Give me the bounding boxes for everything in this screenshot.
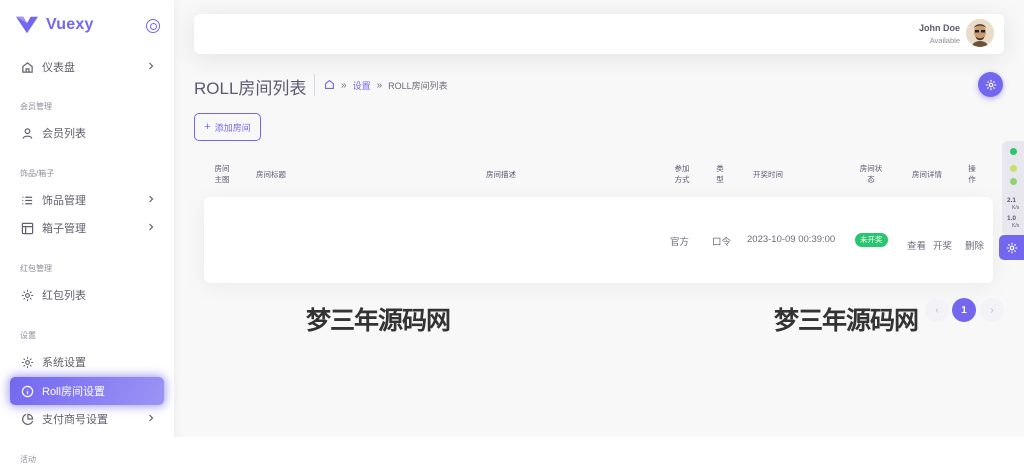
sidebar-item-label: 系统设置	[42, 357, 86, 369]
sidebar-item-dashboard[interactable]: 仪表盘	[10, 53, 164, 81]
sidebar-item-label: 会员列表	[42, 128, 86, 140]
sidebar-item-member-list[interactable]: 会员列表	[10, 119, 164, 147]
info-icon	[20, 384, 34, 398]
sidebar-toggle-icon[interactable]	[146, 19, 160, 33]
top-navbar: John Doe Available	[194, 14, 1004, 54]
page-title: ROLL房间列表	[194, 79, 307, 98]
user-icon	[20, 126, 34, 140]
pagination-prev-button[interactable]: ‹	[925, 298, 949, 322]
add-room-button[interactable]: + 添加房间	[194, 113, 261, 141]
user-status: Available	[929, 36, 960, 45]
breadcrumb-separator: »	[376, 79, 383, 91]
table-row: 官方 口令 2023-10-09 00:39:00 未开奖 查看 开奖 删除	[204, 197, 993, 283]
pie-chart-icon	[20, 412, 34, 426]
chevron-right-icon	[149, 414, 154, 422]
cell-draw-time: 2023-10-09 00:39:00	[747, 234, 836, 245]
sidebar-item-label: 饰品管理	[42, 195, 86, 207]
sidebar-item-payment-settings[interactable]: 支付商号设置	[10, 405, 164, 433]
chevron-right-icon	[149, 62, 154, 70]
vuexy-logo-icon	[16, 16, 38, 34]
draw-link[interactable]: 开奖	[933, 238, 952, 252]
chevron-right-icon	[149, 195, 154, 203]
avatar[interactable]	[966, 19, 994, 47]
pagination-next-button[interactable]: ›	[980, 298, 1004, 322]
home-icon[interactable]	[324, 79, 335, 92]
sidebar-item-label: 支付商号设置	[42, 414, 108, 426]
column-header-action: 操作	[968, 164, 976, 184]
sidebar-item-roll-room-settings[interactable]: Roll房间设置	[10, 377, 164, 405]
column-header-type: 类型	[716, 164, 724, 184]
upload-speed: 2.1	[1007, 197, 1017, 204]
upload-speed-unit: K/s	[1012, 205, 1020, 211]
breadcrumb-settings-link[interactable]: 设置	[353, 79, 371, 92]
title-divider	[314, 74, 315, 96]
watermark: 梦三年源码网	[306, 306, 451, 335]
user-name[interactable]: John Doe	[919, 23, 960, 33]
sidebar-item-label: Roll房间设置	[42, 386, 105, 398]
sidebar-item-item-management[interactable]: 饰品管理	[10, 186, 164, 214]
list-icon	[20, 193, 34, 207]
status-dot-icon	[1010, 178, 1017, 185]
network-monitor-widget[interactable]: 2.1 K/s 1.0 K/s	[1002, 141, 1024, 235]
footer	[174, 437, 1024, 472]
download-speed: 1.0	[1007, 215, 1017, 222]
column-header-room-status: 房间状态	[859, 164, 883, 184]
nav-section-members: 会员管理	[20, 102, 52, 111]
column-header-main-image: 房间主图	[214, 164, 230, 184]
column-header-room-detail: 房间详情	[912, 170, 942, 179]
cell-join-method: 官方	[670, 237, 690, 248]
plus-icon: +	[204, 121, 211, 133]
sidebar-item-system-settings[interactable]: 系统设置	[10, 348, 164, 376]
nav-section-items: 饰品/箱子	[20, 169, 55, 178]
sidebar: Vuexy 仪表盘 会员管理 会员列表 饰品/箱子 饰品管理 箱子管理 红包管理	[0, 0, 174, 472]
sidebar-item-label: 仪表盘	[42, 62, 75, 74]
watermark: 梦三年源码网	[774, 306, 919, 335]
breadcrumb: » 设置 » ROLL房间列表	[324, 78, 448, 92]
nav-section-activity: 活动	[20, 455, 36, 464]
sidebar-item-label: 箱子管理	[42, 223, 86, 235]
sidebar-item-redpacket-list[interactable]: 红包列表	[10, 281, 164, 309]
download-speed-unit: K/s	[1012, 223, 1020, 229]
settings-button[interactable]	[978, 72, 1003, 97]
gear-icon	[20, 355, 34, 369]
add-room-label: 添加房间	[214, 122, 251, 133]
column-header-draw-time: 开奖时间	[753, 170, 783, 179]
home-icon	[20, 60, 34, 74]
sidebar-item-label: 红包列表	[42, 290, 86, 302]
status-dot-icon	[1010, 148, 1017, 155]
chevron-right-icon	[149, 223, 154, 231]
status-badge: 未开奖	[855, 233, 888, 247]
column-header-join-method: 参加方式	[674, 164, 690, 184]
sidebar-item-box-management[interactable]: 箱子管理	[10, 214, 164, 242]
breadcrumb-separator: »	[341, 79, 347, 91]
brand-name: Vuexy	[46, 16, 94, 33]
column-header-room-title: 房间标题	[256, 170, 286, 179]
pagination-page-1[interactable]: 1	[952, 298, 976, 322]
customizer-button[interactable]	[999, 235, 1024, 260]
gear-icon	[985, 79, 996, 90]
layout-icon	[20, 221, 34, 235]
view-link[interactable]: 查看	[907, 238, 926, 252]
gear-icon	[20, 288, 34, 302]
status-dot-icon	[1010, 165, 1017, 172]
breadcrumb-current: ROLL房间列表	[388, 80, 448, 91]
column-header-room-desc: 房间描述	[486, 170, 516, 179]
nav-section-settings: 设置	[20, 331, 36, 340]
nav-section-redpacket: 红包管理	[20, 264, 52, 273]
gear-icon	[1006, 242, 1017, 253]
cell-type: 口令	[712, 237, 732, 248]
delete-link[interactable]: 删除	[965, 238, 984, 252]
